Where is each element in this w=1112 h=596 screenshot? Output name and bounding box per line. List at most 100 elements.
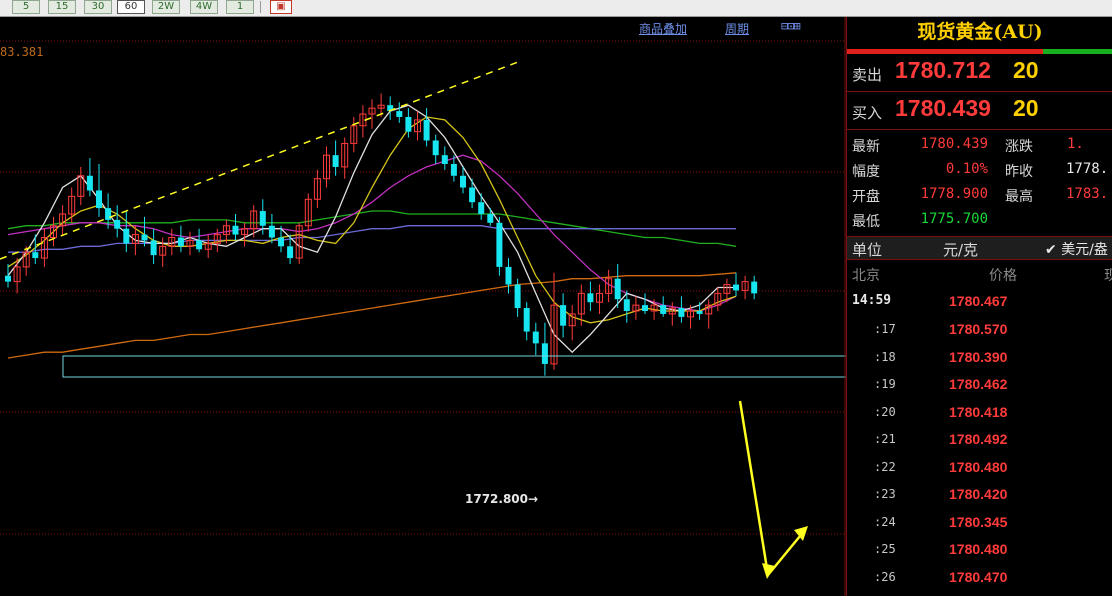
tick-time: :25 <box>874 542 896 556</box>
candle-body <box>196 240 203 250</box>
range-label: 幅度 <box>852 164 880 180</box>
prev-close-value: 1778. <box>1066 161 1109 177</box>
candle-body <box>514 284 521 309</box>
sell-label: 卖出 <box>852 66 883 84</box>
tick-price: 1780.462 <box>949 376 1008 392</box>
screenshot-icon[interactable]: ▣ <box>270 0 292 14</box>
support-zone-box <box>62 355 846 378</box>
high-value: 1783. <box>1066 186 1109 202</box>
candle-body <box>141 234 148 241</box>
candle-body <box>696 311 703 314</box>
buy-pressure-bar <box>1043 49 1112 54</box>
candle-body <box>441 155 448 164</box>
period-1-button[interactable]: 1 <box>226 0 254 14</box>
period-15-button[interactable]: 15 <box>48 0 76 14</box>
candle-body <box>660 305 667 314</box>
candle-body <box>86 175 93 191</box>
tick-row: :26 1780.470 <box>847 567 1112 594</box>
candle-body <box>496 222 503 267</box>
tick-price: 1780.420 <box>949 486 1008 502</box>
toolbar-divider <box>260 1 261 13</box>
tick-row: :18 1780.390 <box>847 347 1112 374</box>
candle-body <box>278 237 284 247</box>
candle-body <box>642 305 648 311</box>
tick-price: 1780.480 <box>949 541 1008 557</box>
candle-body <box>450 164 457 176</box>
period-60-button[interactable]: 60 <box>117 0 145 14</box>
chart-nav-icon[interactable]: ⊟⊡⊞ <box>781 19 801 33</box>
tick-price: 1780.570 <box>949 321 1008 337</box>
unit-row: 单位 元/克 ✔ 美元/盎 <box>847 236 1112 260</box>
candle-body <box>232 225 239 235</box>
period-4w-button[interactable]: 4W <box>190 0 218 14</box>
period-link[interactable]: 周期 <box>725 20 749 37</box>
tick-row: :22 1780.480 <box>847 457 1112 484</box>
period-2w-button[interactable]: 2W <box>152 0 180 14</box>
candle-body <box>423 119 430 141</box>
tick-price: 1780.345 <box>949 514 1008 530</box>
sell-pressure-bar <box>847 49 1043 54</box>
quote-panel: 现货黄金(AU) 卖出 1780.712 20 买入 1780.439 20 最… <box>846 17 1112 596</box>
trend-line <box>0 61 519 260</box>
tick-time: :21 <box>874 432 896 446</box>
tick-row: :23 1780.420 <box>847 484 1112 511</box>
tick-time: :23 <box>874 487 896 501</box>
tick-price: 1780.467 <box>949 293 1008 309</box>
candle-body <box>268 225 275 238</box>
candle-body <box>487 213 494 223</box>
tick-row: :21 1780.492 <box>847 429 1112 456</box>
change-value: 1. <box>1067 136 1084 152</box>
forecast-arrow-head <box>762 563 775 579</box>
col-price: 价格 <box>989 268 1017 284</box>
candle-body <box>396 111 403 117</box>
tick-time: :26 <box>874 570 896 584</box>
tick-row: :20 1780.418 <box>847 402 1112 429</box>
alt-unit-toggle[interactable]: ✔ 美元/盎 <box>1045 239 1108 259</box>
candle-body <box>469 187 476 203</box>
tick-time: :22 <box>874 460 896 474</box>
sell-price: 1780.712 <box>895 57 991 83</box>
tick-time: :24 <box>874 515 896 529</box>
col-extra: 现 <box>1104 268 1112 284</box>
buy-label: 买入 <box>852 104 883 122</box>
period-5-button[interactable]: 5 <box>12 0 40 14</box>
candle-body <box>623 299 630 311</box>
low-label: 最低 <box>852 214 880 230</box>
overlay-link[interactable]: 商品叠加 <box>639 20 687 37</box>
tick-price: 1780.470 <box>949 569 1008 585</box>
period-30-button[interactable]: 30 <box>84 0 112 14</box>
candle-body <box>287 246 294 259</box>
buy-quote-row: 买入 1780.439 20 <box>847 93 1112 130</box>
buy-volume: 20 <box>1013 95 1039 121</box>
tick-row: 14:59 1780.467 <box>847 291 1112 318</box>
buy-price: 1780.439 <box>895 95 991 121</box>
tick-row: :25 1780.480 <box>847 539 1112 566</box>
tick-time: :17 <box>874 322 896 336</box>
candle-body <box>478 202 485 214</box>
latest-label: 最新 <box>852 139 880 155</box>
tick-time: :20 <box>874 405 896 419</box>
low-price-label: 1772.800→ <box>465 492 539 506</box>
candle-body <box>460 175 466 188</box>
unit-value[interactable]: 元/克 <box>943 239 978 260</box>
candle-body <box>505 266 512 285</box>
period-toolbar: 5 15 30 60 2W 4W 1 ▣ <box>0 0 1112 17</box>
candle-body <box>32 252 39 259</box>
candle-body <box>587 293 594 303</box>
prev-close-label: 昨收 <box>1005 164 1033 180</box>
forecast-arrow <box>738 400 806 578</box>
candle-body <box>150 240 157 256</box>
candle-body <box>96 190 102 209</box>
open-value: 1778.900 <box>920 186 988 202</box>
sell-quote-row: 卖出 1780.712 20 <box>847 55 1112 92</box>
open-label: 开盘 <box>852 189 880 205</box>
top-price-label: 83.381 <box>0 45 44 59</box>
candle-body <box>523 308 530 332</box>
candlestick-chart[interactable] <box>0 17 846 596</box>
candle-body <box>733 284 739 291</box>
tick-row: :24 1780.345 <box>847 512 1112 539</box>
candle-body <box>678 308 685 317</box>
tick-row: :19 1780.462 <box>847 374 1112 401</box>
candle-body <box>541 343 548 364</box>
candle-body <box>114 219 121 229</box>
